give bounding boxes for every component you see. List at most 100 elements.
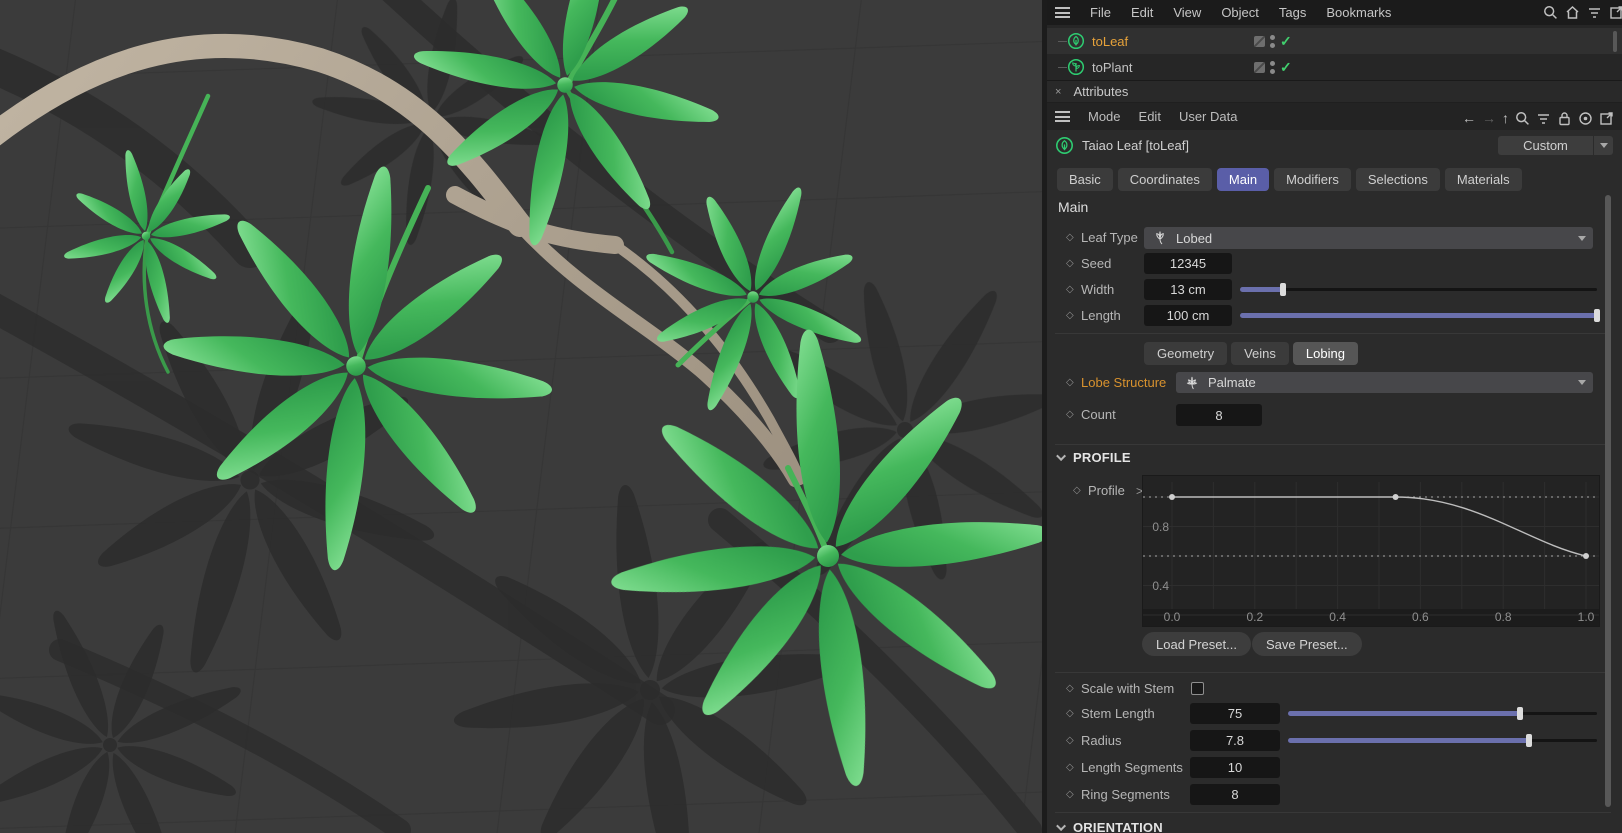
- tab-coordinates[interactable]: Coordinates: [1117, 168, 1212, 191]
- count-field[interactable]: 8: [1176, 404, 1262, 426]
- tree-line: [1058, 66, 1067, 68]
- slider-knob[interactable]: [1279, 283, 1286, 296]
- param-diamond-icon[interactable]: ◇: [1066, 789, 1074, 800]
- y-axis-tick-label: 0.8: [1152, 519, 1169, 534]
- profile-curve-editor[interactable]: 0.0 0.2 0.4 0.6 0.8 1.0 0.8 0.4: [1142, 475, 1600, 627]
- subtab-lobing[interactable]: Lobing: [1292, 342, 1358, 365]
- save-preset-button[interactable]: Save Preset...: [1252, 632, 1362, 656]
- menu-tags[interactable]: Tags: [1279, 5, 1306, 20]
- menu-bookmarks[interactable]: Bookmarks: [1326, 5, 1391, 20]
- search-icon[interactable]: [1515, 111, 1530, 126]
- menu-file[interactable]: File: [1090, 5, 1111, 20]
- tab-modifiers[interactable]: Modifiers: [1274, 168, 1351, 191]
- enabled-check-icon[interactable]: ✓: [1280, 33, 1292, 50]
- ring-segments-label: Ring Segments: [1081, 787, 1170, 802]
- tab-basic[interactable]: Basic: [1057, 168, 1113, 191]
- attributes-scrollbar[interactable]: [1605, 195, 1611, 807]
- application-window: File Edit View Object Tags Bookmarks toL…: [0, 0, 1622, 833]
- scale-with-stem-checkbox[interactable]: [1191, 682, 1204, 695]
- hamburger-menu-icon[interactable]: [1055, 7, 1070, 18]
- menu-edit[interactable]: Edit: [1131, 5, 1153, 20]
- attributes-title: Attributes: [1073, 84, 1129, 99]
- param-diamond-icon[interactable]: ◇: [1066, 735, 1074, 746]
- up-arrow-icon[interactable]: ↑: [1502, 110, 1509, 126]
- param-diamond-icon[interactable]: ◇: [1066, 708, 1074, 719]
- back-arrow-icon[interactable]: ←: [1462, 110, 1476, 126]
- popout-icon[interactable]: [1599, 111, 1614, 126]
- menu-edit[interactable]: Edit: [1139, 109, 1161, 124]
- param-diamond-icon[interactable]: ◇: [1066, 762, 1074, 773]
- slider-knob[interactable]: [1594, 309, 1600, 322]
- visibility-dots-icon[interactable]: [1270, 60, 1275, 74]
- slider-knob[interactable]: [1516, 707, 1523, 720]
- object-name[interactable]: toLeaf: [1092, 34, 1128, 49]
- length-segments-field[interactable]: 10: [1190, 757, 1280, 778]
- orientation-section-header[interactable]: ORIENTATION: [1056, 820, 1163, 833]
- visibility-dots-icon[interactable]: [1270, 34, 1275, 48]
- seed-field[interactable]: 12345: [1144, 253, 1232, 274]
- home-icon[interactable]: [1565, 5, 1580, 20]
- length-slider[interactable]: [1240, 309, 1600, 322]
- length-field[interactable]: 100 cm: [1144, 305, 1232, 326]
- lobe-structure-value: Palmate: [1208, 375, 1256, 390]
- stem-length-slider[interactable]: [1288, 707, 1597, 720]
- param-diamond-icon[interactable]: ◇: [1066, 258, 1074, 269]
- param-diamond-icon[interactable]: ◇: [1066, 310, 1074, 321]
- lock-icon[interactable]: [1557, 111, 1572, 126]
- filter-icon[interactable]: [1587, 5, 1602, 20]
- param-diamond-icon[interactable]: ◇: [1066, 683, 1074, 694]
- param-diamond-icon[interactable]: ◇: [1073, 485, 1081, 496]
- tab-materials[interactable]: Materials: [1444, 168, 1522, 191]
- forward-arrow-icon[interactable]: →: [1482, 110, 1496, 126]
- target-icon[interactable]: [1578, 111, 1593, 126]
- slider-knob[interactable]: [1526, 734, 1533, 747]
- leaf-type-label: Leaf Type: [1081, 230, 1138, 245]
- enabled-check-icon[interactable]: ✓: [1280, 59, 1292, 76]
- close-icon[interactable]: ×: [1055, 86, 1061, 98]
- lobed-leaf-icon: [1152, 230, 1168, 246]
- width-slider[interactable]: [1240, 283, 1597, 296]
- object-row-toplant[interactable]: toPlant ✓: [1047, 54, 1622, 80]
- lobe-structure-dropdown[interactable]: Palmate: [1176, 372, 1593, 393]
- layer-icon[interactable]: [1254, 35, 1265, 47]
- tab-selections[interactable]: Selections: [1355, 168, 1440, 191]
- filter-icon[interactable]: [1536, 111, 1551, 126]
- param-diamond-icon[interactable]: ◇: [1066, 284, 1074, 295]
- radius-field[interactable]: 7.8: [1190, 730, 1280, 751]
- orientation-section-title: ORIENTATION: [1073, 820, 1163, 833]
- leaf-type-dropdown[interactable]: Lobed: [1144, 227, 1593, 249]
- hamburger-menu-icon[interactable]: [1055, 111, 1070, 122]
- subtab-veins[interactable]: Veins: [1231, 342, 1289, 365]
- profile-curve-canvas[interactable]: [1143, 476, 1599, 626]
- object-manager-scrollbar[interactable]: [1613, 31, 1617, 52]
- param-diamond-icon[interactable]: ◇: [1066, 409, 1074, 420]
- length-segments-label: Length Segments: [1081, 760, 1183, 775]
- tab-main[interactable]: Main: [1216, 168, 1270, 191]
- attributes-toolbar: ← → ↑: [1462, 110, 1614, 126]
- popout-icon[interactable]: [1609, 5, 1622, 20]
- viewport-3d[interactable]: [0, 0, 1047, 833]
- menu-mode[interactable]: Mode: [1088, 109, 1121, 124]
- leaf-object-icon: [1067, 32, 1085, 50]
- stem-length-field[interactable]: 75: [1190, 703, 1280, 724]
- load-preset-button[interactable]: Load Preset...: [1142, 632, 1251, 656]
- menu-object[interactable]: Object: [1221, 5, 1259, 20]
- lobing-subtabs: Geometry Veins Lobing: [1144, 342, 1358, 365]
- chevron-down-icon[interactable]: [1593, 136, 1613, 155]
- attributes-titlebar: × Attributes: [1047, 80, 1622, 103]
- param-diamond-icon[interactable]: ◇: [1066, 377, 1074, 388]
- param-diamond-icon[interactable]: ◇: [1066, 232, 1074, 243]
- menu-user-data[interactable]: User Data: [1179, 109, 1238, 124]
- profile-section-header[interactable]: PROFILE: [1056, 450, 1131, 465]
- object-name[interactable]: toPlant: [1092, 60, 1132, 75]
- width-field[interactable]: 13 cm: [1144, 279, 1232, 300]
- object-row-toleaf[interactable]: toLeaf ✓: [1047, 28, 1622, 54]
- menu-view[interactable]: View: [1173, 5, 1201, 20]
- preset-dropdown[interactable]: Custom: [1498, 136, 1613, 155]
- ring-segments-field[interactable]: 8: [1190, 784, 1280, 805]
- subtab-geometry[interactable]: Geometry: [1144, 342, 1228, 365]
- layer-icon[interactable]: [1254, 61, 1265, 73]
- x-axis-tick-label: 0.2: [1246, 610, 1264, 624]
- search-icon[interactable]: [1543, 5, 1558, 20]
- radius-slider[interactable]: [1288, 734, 1597, 747]
